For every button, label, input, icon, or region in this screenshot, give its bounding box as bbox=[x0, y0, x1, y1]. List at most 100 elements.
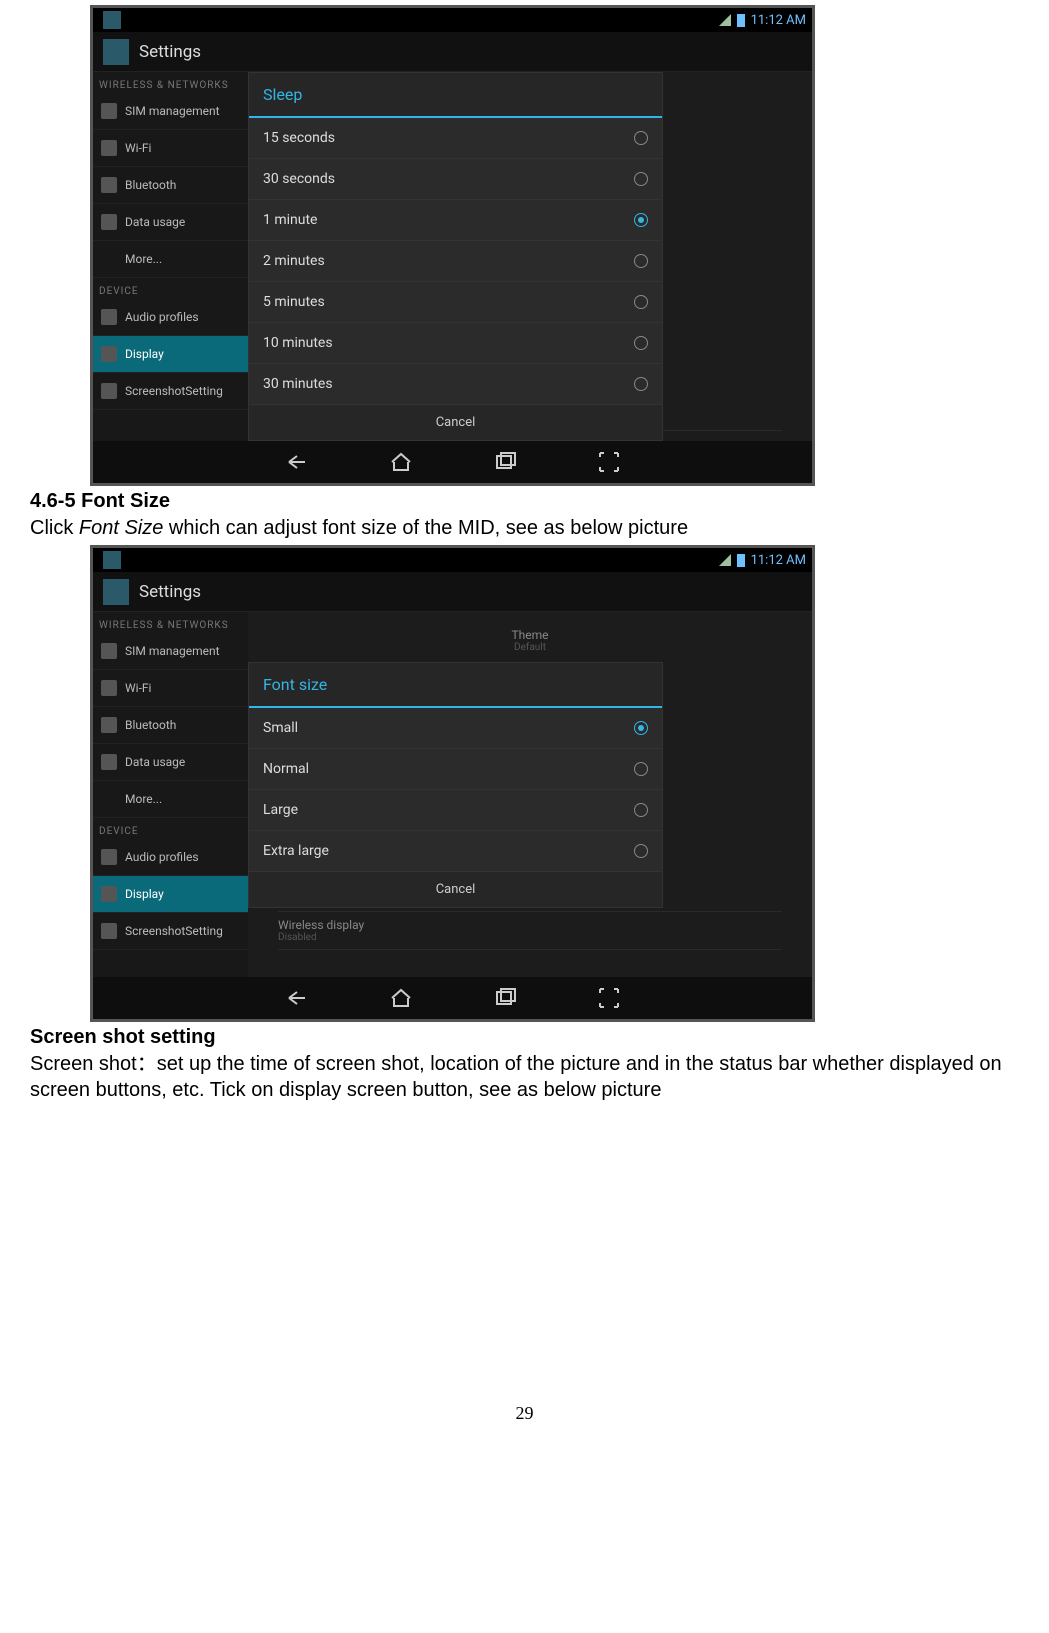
back-button[interactable] bbox=[285, 450, 309, 474]
recent-apps-button[interactable] bbox=[493, 450, 517, 474]
text: Click bbox=[30, 517, 79, 539]
recent-apps-button[interactable] bbox=[493, 986, 517, 1010]
dialog-option[interactable]: 2 minutes bbox=[249, 241, 662, 282]
status-bar: 11:12 AM bbox=[93, 8, 812, 32]
settings-icon bbox=[103, 39, 129, 65]
setting-subtext: Default bbox=[278, 642, 782, 653]
option-label: 1 minute bbox=[263, 212, 317, 228]
option-label: 30 seconds bbox=[263, 171, 335, 187]
sidebar-item-label: Audio profiles bbox=[125, 310, 199, 324]
dialog-option[interactable]: Small bbox=[249, 708, 662, 749]
sidebar-item[interactable]: Audio profiles bbox=[93, 839, 248, 876]
sidebar-item-label: Bluetooth bbox=[125, 718, 176, 732]
sidebar-item-label: Display bbox=[125, 887, 164, 901]
app-title: Settings bbox=[139, 42, 201, 62]
dialog-option[interactable]: Extra large bbox=[249, 831, 662, 872]
dialog-option[interactable]: Normal bbox=[249, 749, 662, 790]
sidebar-item[interactable]: Bluetooth bbox=[93, 167, 248, 204]
sidebar-item[interactable]: More... bbox=[93, 781, 248, 818]
dialog-option[interactable]: 5 minutes bbox=[249, 282, 662, 323]
sidebar-item[interactable]: ScreenshotSetting bbox=[93, 373, 248, 410]
bg-setting-theme[interactable]: Theme Default bbox=[278, 622, 782, 659]
option-label: Large bbox=[263, 802, 298, 818]
page-number: 29 bbox=[30, 1403, 1019, 1424]
sidebar-item-label: SIM management bbox=[125, 104, 220, 118]
app-header: Settings bbox=[93, 572, 812, 612]
sidebar-item[interactable]: Data usage bbox=[93, 744, 248, 781]
sidebar-item-label: SIM management bbox=[125, 644, 220, 658]
sidebar-item[interactable]: Display bbox=[93, 876, 248, 913]
sidebar-item[interactable]: SIM management bbox=[93, 633, 248, 670]
dialog-option[interactable]: 1 minute bbox=[249, 200, 662, 241]
sidebar-item-label: ScreenshotSetting bbox=[125, 384, 223, 398]
dialog-option[interactable]: 30 seconds bbox=[249, 159, 662, 200]
settings-content: Theme Default Sleep After 1 minute of in… bbox=[248, 612, 812, 977]
settings-icon bbox=[103, 579, 129, 605]
sidebar-item[interactable]: ScreenshotSetting bbox=[93, 913, 248, 950]
dialog-title: Sleep bbox=[249, 73, 662, 118]
screenshot-button[interactable] bbox=[597, 450, 621, 474]
sidebar-item[interactable]: Wi-Fi bbox=[93, 670, 248, 707]
radio-icon bbox=[634, 295, 648, 309]
screenshot-font-size-dialog: 11:12 AM Settings WIRELESS & NETWORKS SI… bbox=[90, 545, 815, 1022]
sleep-dialog: Sleep 15 seconds 30 seconds 1 minute 2 minu… bbox=[248, 72, 663, 441]
sidebar-category: WIRELESS & NETWORKS bbox=[93, 72, 248, 93]
dialog-option[interactable]: 10 minutes bbox=[249, 323, 662, 364]
bg-setting-wireless-display[interactable]: Wireless display Disabled bbox=[278, 912, 782, 950]
clock-text: 11:12 AM bbox=[751, 553, 806, 568]
battery-icon bbox=[737, 14, 745, 27]
setting-label: Theme bbox=[278, 628, 782, 642]
paragraph: Click Font Size which can adjust font si… bbox=[30, 515, 1019, 541]
battery-icon bbox=[737, 554, 745, 567]
sidebar-category: DEVICE bbox=[93, 818, 248, 839]
option-label: Small bbox=[263, 720, 298, 736]
sidebar-item-icon bbox=[101, 214, 117, 230]
sidebar-item-label: ScreenshotSetting bbox=[125, 924, 223, 938]
sidebar-item[interactable]: Wi-Fi bbox=[93, 130, 248, 167]
back-button[interactable] bbox=[285, 986, 309, 1010]
sidebar-item[interactable]: SIM management bbox=[93, 93, 248, 130]
nav-bar bbox=[93, 441, 812, 483]
sidebar-item-label: Bluetooth bbox=[125, 178, 176, 192]
dialog-option[interactable]: 30 minutes bbox=[249, 364, 662, 405]
paragraph: Screen shot：set up the time of screen sh… bbox=[30, 1051, 1019, 1103]
settings-sidebar: WIRELESS & NETWORKS SIM managementWi-FiB… bbox=[93, 612, 248, 977]
sidebar-item-icon bbox=[101, 383, 117, 399]
option-label: 2 minutes bbox=[263, 253, 325, 269]
cancel-button[interactable]: Cancel bbox=[249, 405, 662, 440]
text-italic: Font Size bbox=[79, 517, 163, 539]
radio-icon bbox=[634, 762, 648, 776]
screenshot-button[interactable] bbox=[597, 986, 621, 1010]
option-label: 15 seconds bbox=[263, 130, 335, 146]
section-heading: Screen shot setting bbox=[30, 1026, 1019, 1049]
sidebar-item[interactable]: More... bbox=[93, 241, 248, 278]
dialog-option[interactable]: Large bbox=[249, 790, 662, 831]
notification-app-icon bbox=[103, 551, 121, 569]
sidebar-item-icon bbox=[101, 103, 117, 119]
sidebar-item[interactable]: Audio profiles bbox=[93, 299, 248, 336]
sidebar-item-icon bbox=[101, 717, 117, 733]
home-button[interactable] bbox=[389, 450, 413, 474]
sidebar-item-icon bbox=[101, 754, 117, 770]
clock-text: 11:12 AM bbox=[751, 13, 806, 28]
sidebar-item[interactable]: Data usage bbox=[93, 204, 248, 241]
sidebar-item[interactable]: Display bbox=[93, 336, 248, 373]
sidebar-item[interactable]: Bluetooth bbox=[93, 707, 248, 744]
cancel-button[interactable]: Cancel bbox=[249, 872, 662, 907]
option-label: 10 minutes bbox=[263, 335, 333, 351]
home-button[interactable] bbox=[389, 986, 413, 1010]
sidebar-item-label: Audio profiles bbox=[125, 850, 199, 864]
radio-icon bbox=[634, 336, 648, 350]
settings-content: Wireless display Disabled Sleep 15 secon… bbox=[248, 72, 812, 441]
text: which can adjust font size of the MID, s… bbox=[163, 517, 688, 539]
status-bar: 11:12 AM bbox=[93, 548, 812, 572]
sidebar-item-label: More... bbox=[125, 792, 162, 806]
radio-icon bbox=[634, 844, 648, 858]
radio-icon bbox=[634, 803, 648, 817]
screenshot-sleep-dialog: 11:12 AM Settings WIRELESS & NETWORKS SI… bbox=[90, 5, 815, 486]
font-size-dialog: Font size SmallNormalLargeExtra large Ca… bbox=[248, 662, 663, 908]
radio-icon bbox=[634, 172, 648, 186]
dialog-option[interactable]: 15 seconds bbox=[249, 118, 662, 159]
option-label: Normal bbox=[263, 761, 309, 777]
radio-icon bbox=[634, 131, 648, 145]
